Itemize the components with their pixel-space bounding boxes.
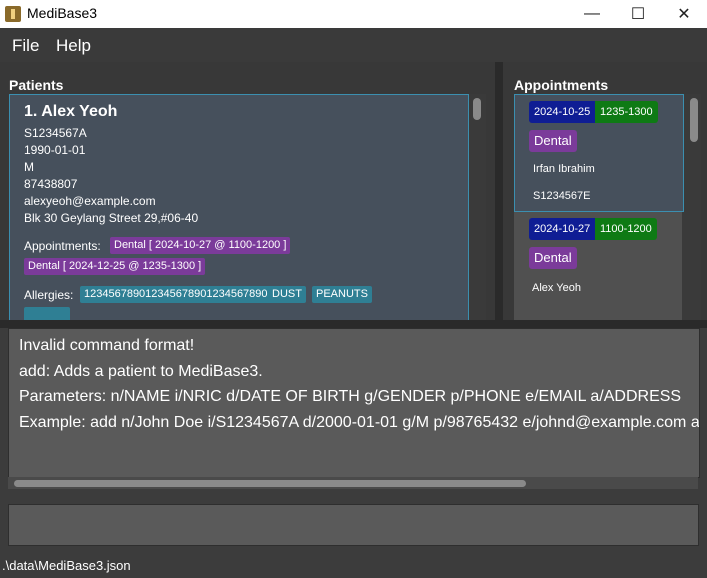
appointment-tag: Dental [ 2024-12-25 @ 1235-1300 ] (24, 258, 206, 275)
allergy-tag: DUST (268, 286, 306, 303)
appointment-tag: Dental [ 2024-10-27 @ 1100-1200 ] (110, 237, 291, 254)
appointment-time: 1235-1300 (595, 101, 658, 123)
menu-bar: File Help (0, 28, 707, 62)
scrollbar-thumb[interactable] (14, 480, 526, 487)
menu-file[interactable]: File (12, 36, 39, 56)
appointments-title: Appointments (514, 77, 609, 93)
horizontal-divider[interactable] (0, 320, 707, 328)
appointment-date: 2024-10-27 (529, 218, 596, 240)
patient-list[interactable]: 1. Alex Yeoh S1234567A 1990-01-01 M 8743… (9, 94, 486, 320)
appointment-patient-name: Irfan Ibrahim (533, 163, 595, 175)
patient-list-scrollbar[interactable] (473, 98, 481, 120)
patient-gender: M (24, 160, 34, 174)
patients-panel: Patients 1. Alex Yeoh S1234567A 1990-01-… (0, 62, 495, 320)
result-line: add: Adds a patient to MediBase3. (19, 363, 263, 380)
app-icon (5, 6, 21, 22)
result-line: Example: add n/John Doe i/S1234567A d/20… (19, 414, 700, 431)
appointment-type: Dental (529, 247, 577, 269)
window-title: MediBase3 (27, 5, 98, 21)
appointment-patient-name: Alex Yeoh (532, 282, 581, 294)
allergy-tag-overflow (24, 307, 70, 320)
patients-title: Patients (9, 77, 64, 93)
allergies-label: Allergies: (24, 288, 74, 302)
result-line: Parameters: n/NAME i/NRIC d/DATE OF BIRT… (19, 388, 682, 405)
save-file-path: .\data\MediBase3.json (2, 558, 131, 573)
result-display[interactable]: Invalid command format! add: Adds a pati… (8, 328, 700, 478)
status-bar: .\data\MediBase3.json (0, 553, 707, 578)
appointment-list[interactable]: 2024-10-25 1235-1300 Dental Irfan Ibrahi… (514, 94, 701, 320)
patient-dob: 1990-01-01 (24, 143, 86, 157)
appointment-type: Dental (529, 130, 577, 152)
patient-nric: S1234567A (24, 126, 87, 140)
appointments-panel: Appointments 2024-10-25 1235-1300 Dental… (503, 62, 707, 320)
close-button[interactable]: ✕ (661, 0, 707, 28)
menu-help[interactable]: Help (56, 36, 91, 56)
appointment-time: 1100-1200 (595, 218, 657, 240)
result-horizontal-scrollbar[interactable] (8, 477, 698, 489)
appointment-patient-nric: S1234567E (533, 190, 591, 202)
allergy-tag: 123456789012345678901234567890 (80, 286, 272, 303)
appointment-card[interactable]: 2024-10-25 1235-1300 Dental Irfan Ibrahi… (514, 94, 684, 212)
maximize-button[interactable]: ☐ (615, 0, 661, 28)
result-line: Invalid command format! (19, 337, 195, 354)
appointment-list-scrollbar[interactable] (690, 98, 698, 142)
patient-card[interactable]: 1. Alex Yeoh S1234567A 1990-01-01 M 8743… (9, 94, 469, 320)
patient-address: Blk 30 Geylang Street 29,#06-40 (24, 211, 199, 225)
window-titlebar: MediBase3 — ☐ ✕ (0, 0, 707, 28)
panel-divider[interactable] (495, 62, 503, 320)
minimize-button[interactable]: — (569, 0, 615, 28)
command-input[interactable] (8, 504, 699, 546)
patient-name: 1. Alex Yeoh (24, 103, 118, 120)
allergy-tag: PEANUTS (312, 286, 372, 303)
appointment-card[interactable]: 2024-10-27 1100-1200 Dental Alex Yeoh (514, 212, 682, 320)
appointment-date: 2024-10-25 (529, 101, 596, 123)
patient-phone: 87438807 (24, 177, 78, 191)
patient-email: alexyeoh@example.com (24, 194, 156, 208)
appointments-label: Appointments: (24, 239, 101, 253)
